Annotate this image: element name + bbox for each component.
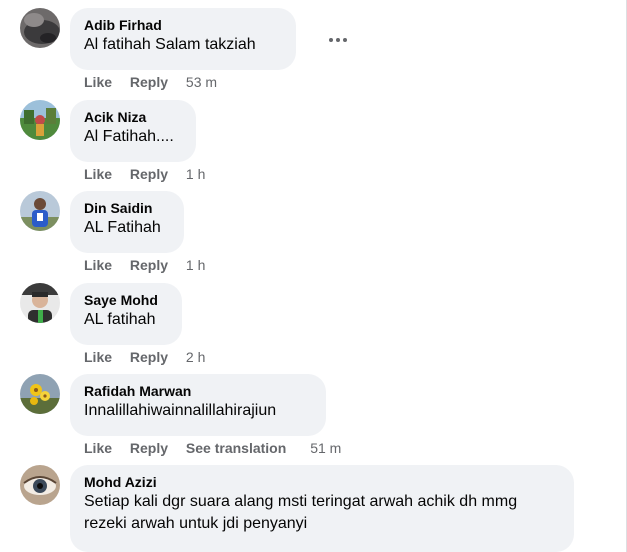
- comment-actions: Like Reply 1 h: [84, 165, 205, 183]
- reply-button[interactable]: Reply: [130, 166, 168, 182]
- comments-panel: Adib Firhad Al fatihah Salam takziah Lik…: [0, 0, 627, 552]
- comment-timestamp[interactable]: 1 h: [186, 166, 205, 182]
- profile-photo-blue-shirt: [20, 191, 60, 231]
- comment-bubble: Mohd Azizi Setiap kali dgr suara alang m…: [70, 465, 574, 552]
- comment-text: Al Fatihah....: [84, 128, 174, 145]
- profile-photo-dark: [20, 8, 60, 48]
- comment-author[interactable]: Rafidah Marwan: [84, 382, 314, 400]
- avatar[interactable]: [20, 374, 60, 414]
- comment-bubble: Adib Firhad Al fatihah Salam takziah: [70, 8, 296, 70]
- avatar[interactable]: [20, 191, 60, 231]
- reply-button[interactable]: Reply: [130, 440, 168, 456]
- comment-bubble: Acik Niza Al Fatihah....: [70, 100, 196, 162]
- avatar[interactable]: [20, 465, 60, 505]
- comment-text: AL fatihah: [84, 311, 156, 328]
- profile-photo-person: [20, 283, 60, 323]
- comment-text: Innalillahiwainnalillahirajiun: [84, 402, 277, 419]
- like-button[interactable]: Like: [84, 440, 112, 456]
- profile-photo-outdoor: [20, 100, 60, 140]
- comment-actions: Like Reply 1 h: [84, 256, 205, 274]
- comment-timestamp[interactable]: 1 h: [186, 257, 205, 273]
- avatar[interactable]: [20, 283, 60, 323]
- comment-bubble: Saye Mohd AL fatihah: [70, 283, 182, 345]
- comment-timestamp[interactable]: 2 h: [186, 349, 205, 365]
- comment-bubble: Din Saidin AL Fatihah: [70, 191, 184, 253]
- profile-photo-eye: [20, 465, 60, 505]
- comment-text: Setiap kali dgr suara alang msti teringa…: [84, 493, 518, 532]
- comment-actions: Like Reply See translation 51 m: [84, 439, 341, 457]
- profile-photo-flowers: [20, 374, 60, 414]
- reply-button[interactable]: Reply: [130, 257, 168, 273]
- comment-author[interactable]: Mohd Azizi: [84, 473, 562, 491]
- reply-button[interactable]: Reply: [130, 74, 168, 90]
- comment-author[interactable]: Saye Mohd: [84, 291, 170, 309]
- more-options-button[interactable]: [318, 30, 358, 50]
- comment-author[interactable]: Adib Firhad: [84, 16, 284, 34]
- avatar[interactable]: [20, 8, 60, 48]
- comment-author[interactable]: Din Saidin: [84, 199, 172, 217]
- comment-actions: Like Reply 53 m: [84, 73, 217, 91]
- like-button[interactable]: Like: [84, 166, 112, 182]
- like-button[interactable]: Like: [84, 349, 112, 365]
- comment-text: AL Fatihah: [84, 219, 161, 236]
- more-horizontal-icon: [329, 38, 347, 42]
- comment-timestamp[interactable]: 51 m: [310, 440, 341, 456]
- comment-author[interactable]: Acik Niza: [84, 108, 184, 126]
- see-translation-button[interactable]: See translation: [186, 440, 286, 456]
- comment-timestamp[interactable]: 53 m: [186, 74, 217, 90]
- comment-text: Al fatihah Salam takziah: [84, 36, 256, 53]
- avatar[interactable]: [20, 100, 60, 140]
- reply-button[interactable]: Reply: [130, 349, 168, 365]
- like-button[interactable]: Like: [84, 74, 112, 90]
- comment-actions: Like Reply 2 h: [84, 348, 205, 366]
- like-button[interactable]: Like: [84, 257, 112, 273]
- comment-bubble: Rafidah Marwan Innalillahiwainnalillahir…: [70, 374, 326, 436]
